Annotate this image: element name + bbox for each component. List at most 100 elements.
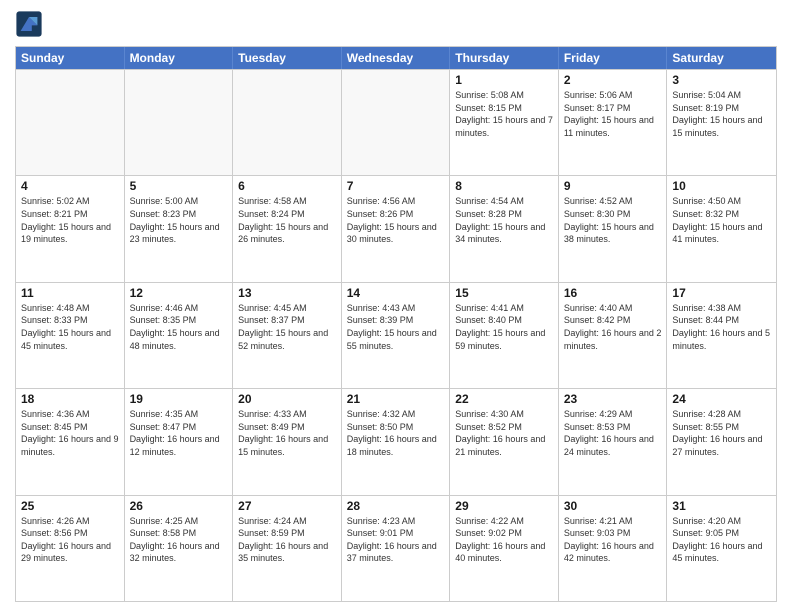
day-info: Sunrise: 4:30 AMSunset: 8:52 PMDaylight:…: [455, 408, 553, 458]
day-info: Sunrise: 4:45 AMSunset: 8:37 PMDaylight:…: [238, 302, 336, 352]
day-number: 7: [347, 179, 445, 193]
calendar-header: SundayMondayTuesdayWednesdayThursdayFrid…: [16, 47, 776, 69]
calendar-row: 25 Sunrise: 4:26 AMSunset: 8:56 PMDayligh…: [16, 495, 776, 601]
calendar-cell: 14 Sunrise: 4:43 AMSunset: 8:39 PMDayligh…: [342, 283, 451, 388]
calendar-cell: 9 Sunrise: 4:52 AMSunset: 8:30 PMDaylight…: [559, 176, 668, 281]
calendar: SundayMondayTuesdayWednesdayThursdayFrid…: [15, 46, 777, 602]
day-info: Sunrise: 4:38 AMSunset: 8:44 PMDaylight:…: [672, 302, 771, 352]
day-number: 30: [564, 499, 662, 513]
day-info: Sunrise: 4:52 AMSunset: 8:30 PMDaylight:…: [564, 195, 662, 245]
day-info: Sunrise: 4:32 AMSunset: 8:50 PMDaylight:…: [347, 408, 445, 458]
calendar-row: 11 Sunrise: 4:48 AMSunset: 8:33 PMDayligh…: [16, 282, 776, 388]
weekday-header: Sunday: [16, 47, 125, 69]
day-info: Sunrise: 4:43 AMSunset: 8:39 PMDaylight:…: [347, 302, 445, 352]
weekday-header: Thursday: [450, 47, 559, 69]
day-number: 2: [564, 73, 662, 87]
calendar-cell: 19Sunrise: 4:35 AMSunset: 8:47 PMDayligh…: [125, 389, 234, 494]
calendar-cell: 29 Sunrise: 4:22 AMSunset: 9:02 PMDayligh…: [450, 496, 559, 601]
calendar-cell: 5Sunrise: 5:00 AMSunset: 8:23 PMDaylight…: [125, 176, 234, 281]
calendar-cell: [342, 70, 451, 175]
calendar-cell: 28 Sunrise: 4:23 AMSunset: 9:01 PMDayligh…: [342, 496, 451, 601]
calendar-cell: 13 Sunrise: 4:45 AMSunset: 8:37 PMDayligh…: [233, 283, 342, 388]
day-number: 14: [347, 286, 445, 300]
day-info: Sunrise: 5:02 AMSunset: 8:21 PMDaylight:…: [21, 195, 119, 245]
day-number: 29: [455, 499, 553, 513]
calendar-row: 1Sunrise: 5:08 AMSunset: 8:15 PMDaylight…: [16, 69, 776, 175]
day-number: 12: [130, 286, 228, 300]
day-info: Sunrise: 5:04 AMSunset: 8:19 PMDaylight:…: [672, 89, 771, 139]
day-info: Sunrise: 4:23 AMSunset: 9:01 PMDaylight:…: [347, 515, 445, 565]
day-number: 13: [238, 286, 336, 300]
calendar-cell: 2 Sunrise: 5:06 AMSunset: 8:17 PMDaylight…: [559, 70, 668, 175]
calendar-cell: [125, 70, 234, 175]
weekday-header: Monday: [125, 47, 234, 69]
calendar-cell: 22 Sunrise: 4:30 AMSunset: 8:52 PMDayligh…: [450, 389, 559, 494]
day-info: Sunrise: 4:25 AMSunset: 8:58 PMDaylight:…: [130, 515, 228, 565]
calendar-cell: 27Sunrise: 4:24 AMSunset: 8:59 PMDayligh…: [233, 496, 342, 601]
day-number: 18: [21, 392, 119, 406]
weekday-header: Saturday: [667, 47, 776, 69]
day-info: Sunrise: 4:26 AMSunset: 8:56 PMDaylight:…: [21, 515, 119, 565]
logo: [15, 10, 47, 38]
day-info: Sunrise: 4:28 AMSunset: 8:55 PMDaylight:…: [672, 408, 771, 458]
calendar-cell: 24 Sunrise: 4:28 AMSunset: 8:55 PMDayligh…: [667, 389, 776, 494]
calendar-cell: 20Sunrise: 4:33 AMSunset: 8:49 PMDayligh…: [233, 389, 342, 494]
day-info: Sunrise: 4:21 AMSunset: 9:03 PMDaylight:…: [564, 515, 662, 565]
day-info: Sunrise: 4:29 AMSunset: 8:53 PMDaylight:…: [564, 408, 662, 458]
day-number: 28: [347, 499, 445, 513]
day-info: Sunrise: 4:20 AMSunset: 9:05 PMDaylight:…: [672, 515, 771, 565]
day-info: Sunrise: 4:24 AMSunset: 8:59 PMDaylight:…: [238, 515, 336, 565]
page: SundayMondayTuesdayWednesdayThursdayFrid…: [0, 0, 792, 612]
calendar-cell: 18 Sunrise: 4:36 AMSunset: 8:45 PMDayligh…: [16, 389, 125, 494]
weekday-header: Wednesday: [342, 47, 451, 69]
day-info: Sunrise: 4:41 AMSunset: 8:40 PMDaylight:…: [455, 302, 553, 352]
calendar-cell: [233, 70, 342, 175]
day-number: 20: [238, 392, 336, 406]
calendar-row: 18 Sunrise: 4:36 AMSunset: 8:45 PMDayligh…: [16, 388, 776, 494]
day-number: 21: [347, 392, 445, 406]
day-number: 23: [564, 392, 662, 406]
day-number: 22: [455, 392, 553, 406]
day-info: Sunrise: 4:46 AMSunset: 8:35 PMDaylight:…: [130, 302, 228, 352]
day-info: Sunrise: 4:22 AMSunset: 9:02 PMDaylight:…: [455, 515, 553, 565]
day-info: Sunrise: 4:50 AMSunset: 8:32 PMDaylight:…: [672, 195, 771, 245]
day-number: 4: [21, 179, 119, 193]
calendar-cell: 21 Sunrise: 4:32 AMSunset: 8:50 PMDayligh…: [342, 389, 451, 494]
calendar-cell: 4 Sunrise: 5:02 AMSunset: 8:21 PMDaylight…: [16, 176, 125, 281]
calendar-cell: 3 Sunrise: 5:04 AMSunset: 8:19 PMDaylight…: [667, 70, 776, 175]
day-number: 31: [672, 499, 771, 513]
calendar-cell: 17 Sunrise: 4:38 AMSunset: 8:44 PMDayligh…: [667, 283, 776, 388]
calendar-cell: 23 Sunrise: 4:29 AMSunset: 8:53 PMDayligh…: [559, 389, 668, 494]
calendar-cell: 31 Sunrise: 4:20 AMSunset: 9:05 PMDayligh…: [667, 496, 776, 601]
calendar-cell: 15Sunrise: 4:41 AMSunset: 8:40 PMDayligh…: [450, 283, 559, 388]
day-number: 8: [455, 179, 553, 193]
day-info: Sunrise: 4:58 AMSunset: 8:24 PMDaylight:…: [238, 195, 336, 245]
calendar-cell: 16Sunrise: 4:40 AMSunset: 8:42 PMDayligh…: [559, 283, 668, 388]
calendar-row: 4 Sunrise: 5:02 AMSunset: 8:21 PMDaylight…: [16, 175, 776, 281]
calendar-cell: 30 Sunrise: 4:21 AMSunset: 9:03 PMDayligh…: [559, 496, 668, 601]
header: [15, 10, 777, 38]
calendar-cell: 6 Sunrise: 4:58 AMSunset: 8:24 PMDaylight…: [233, 176, 342, 281]
day-number: 6: [238, 179, 336, 193]
day-info: Sunrise: 5:06 AMSunset: 8:17 PMDaylight:…: [564, 89, 662, 139]
calendar-cell: 1Sunrise: 5:08 AMSunset: 8:15 PMDaylight…: [450, 70, 559, 175]
day-number: 9: [564, 179, 662, 193]
calendar-cell: 10Sunrise: 4:50 AMSunset: 8:32 PMDayligh…: [667, 176, 776, 281]
day-info: Sunrise: 4:36 AMSunset: 8:45 PMDaylight:…: [21, 408, 119, 458]
calendar-cell: 7 Sunrise: 4:56 AMSunset: 8:26 PMDaylight…: [342, 176, 451, 281]
day-number: 19: [130, 392, 228, 406]
day-number: 3: [672, 73, 771, 87]
day-info: Sunrise: 4:56 AMSunset: 8:26 PMDaylight:…: [347, 195, 445, 245]
day-info: Sunrise: 4:40 AMSunset: 8:42 PMDaylight:…: [564, 302, 662, 352]
day-number: 24: [672, 392, 771, 406]
day-info: Sunrise: 5:08 AMSunset: 8:15 PMDaylight:…: [455, 89, 553, 139]
day-number: 11: [21, 286, 119, 300]
weekday-header: Tuesday: [233, 47, 342, 69]
day-number: 17: [672, 286, 771, 300]
calendar-cell: 8Sunrise: 4:54 AMSunset: 8:28 PMDaylight…: [450, 176, 559, 281]
day-info: Sunrise: 4:48 AMSunset: 8:33 PMDaylight:…: [21, 302, 119, 352]
calendar-cell: 12 Sunrise: 4:46 AMSunset: 8:35 PMDayligh…: [125, 283, 234, 388]
day-number: 25: [21, 499, 119, 513]
calendar-cell: 26Sunrise: 4:25 AMSunset: 8:58 PMDayligh…: [125, 496, 234, 601]
weekday-header: Friday: [559, 47, 668, 69]
